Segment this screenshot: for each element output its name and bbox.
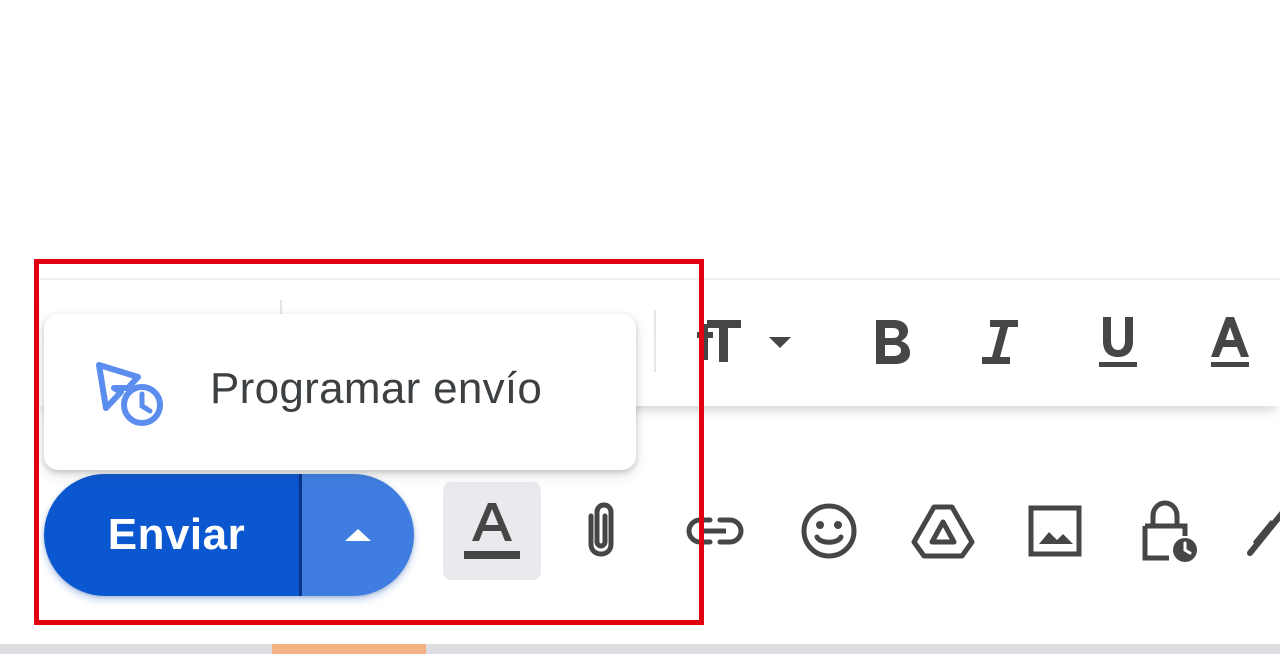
text-color-button[interactable] [1190, 302, 1270, 382]
google-drive-icon [911, 504, 975, 559]
attach-file-icon [588, 502, 614, 557]
signature-button[interactable] [1232, 482, 1280, 580]
attach-file-button[interactable] [552, 482, 650, 580]
underline-button[interactable] [1078, 302, 1158, 382]
insert-emoji-icon [801, 503, 857, 559]
toolbar-divider [654, 310, 656, 372]
insert-photo-button[interactable] [1006, 482, 1104, 580]
google-drive-button[interactable] [894, 482, 992, 580]
schedule-send-menu-item[interactable]: Programar envío [44, 314, 636, 470]
send-button[interactable]: Enviar [44, 474, 299, 596]
insert-link-button[interactable] [666, 482, 764, 580]
send-label: Enviar [107, 510, 246, 559]
bold-icon [876, 320, 910, 364]
text-color-icon [1211, 317, 1249, 367]
insert-link-icon [686, 517, 744, 545]
bold-button[interactable] [852, 302, 932, 382]
italic-icon [982, 320, 1018, 364]
formatting-options-icon [464, 503, 520, 559]
formatting-options-button[interactable] [443, 482, 541, 580]
send-options-menu: Programar envío [44, 314, 636, 470]
insert-emoji-button[interactable] [780, 482, 878, 580]
more-send-options-button[interactable] [302, 474, 414, 596]
italic-button[interactable] [960, 302, 1040, 382]
send-button-group: Enviar [44, 474, 414, 596]
confidential-mode-icon [1142, 500, 1197, 562]
bottom-bar [0, 644, 1280, 654]
underline-icon [1099, 317, 1137, 367]
bottom-bar-highlight [272, 644, 426, 654]
schedule-send-label: Programar envío [210, 364, 543, 413]
arrow-up-icon [345, 529, 371, 541]
text-size-button[interactable] [680, 302, 810, 382]
signature-icon [1247, 511, 1280, 556]
insert-photo-icon [1028, 505, 1082, 557]
text-size-icon [697, 320, 741, 362]
compose-window: Enviar Programar envío [0, 0, 1280, 654]
dropdown-arrow-icon [769, 337, 791, 348]
confidential-mode-button[interactable] [1120, 482, 1218, 580]
schedule-send-icon [94, 360, 166, 431]
